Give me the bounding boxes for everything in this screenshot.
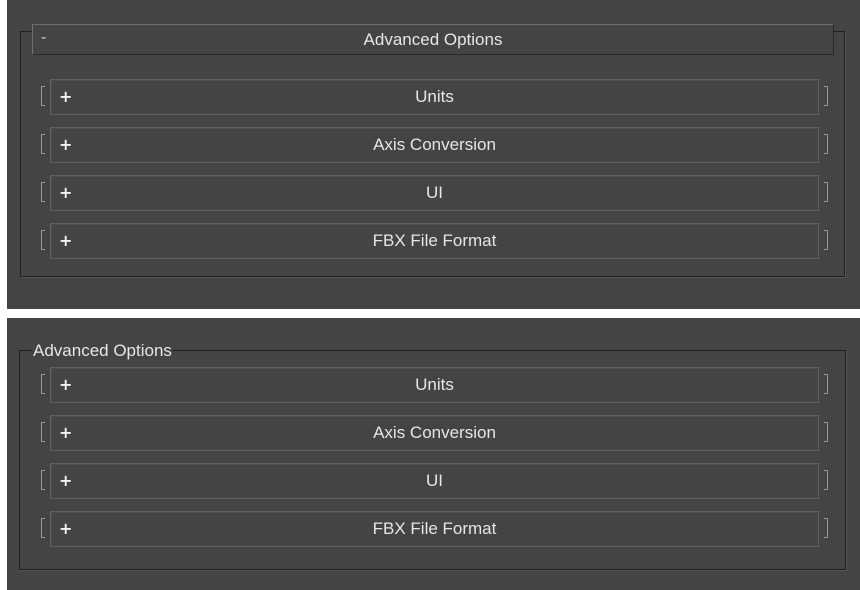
right-bracket-icon [824, 86, 828, 106]
left-bracket-icon [41, 230, 45, 250]
rollout-fbx-file-format: + FBX File Format [41, 511, 828, 547]
right-bracket-icon [824, 134, 828, 154]
advanced-options-rollout-header[interactable]: - Advanced Options [32, 24, 834, 55]
expand-icon[interactable]: + [59, 423, 72, 442]
bottom-options-panel: Advanced Options + Units + Axis Conversi… [7, 318, 860, 590]
axis-conversion-label: Axis Conversion [373, 423, 496, 442]
right-bracket-icon [824, 374, 828, 394]
right-bracket-icon [824, 230, 828, 250]
ui-rollout-button[interactable]: + UI [50, 463, 819, 499]
expand-icon[interactable]: + [59, 183, 72, 202]
right-bracket-icon [824, 422, 828, 442]
ui-rollout-button[interactable]: + UI [50, 175, 819, 211]
axis-conversion-rollout-button[interactable]: + Axis Conversion [50, 415, 819, 451]
expand-icon[interactable]: + [59, 87, 72, 106]
ui-label: UI [426, 183, 443, 202]
units-label: Units [415, 87, 454, 106]
right-bracket-icon [824, 182, 828, 202]
rollout-fbx-file-format: + FBX File Format [41, 223, 828, 259]
top-options-panel: - Advanced Options + Units + Axis Conver… [7, 0, 860, 309]
collapse-icon[interactable]: - [41, 29, 46, 47]
units-rollout-button[interactable]: + Units [50, 367, 819, 403]
units-label: Units [415, 375, 454, 394]
groupbox-title: Advanced Options [32, 341, 173, 361]
right-bracket-icon [824, 518, 828, 538]
expand-icon[interactable]: + [59, 471, 72, 490]
expand-icon[interactable]: + [59, 519, 72, 538]
fbx-file-format-label: FBX File Format [372, 519, 497, 538]
left-bracket-icon [41, 470, 45, 490]
left-bracket-icon [41, 422, 45, 442]
left-bracket-icon [41, 518, 45, 538]
rollout-ui: + UI [41, 175, 828, 211]
left-bracket-icon [41, 134, 45, 154]
left-bracket-icon [41, 86, 45, 106]
ui-label: UI [426, 471, 443, 490]
axis-conversion-label: Axis Conversion [373, 135, 496, 154]
units-rollout-button[interactable]: + Units [50, 79, 819, 115]
advanced-options-title: Advanced Options [363, 29, 503, 49]
left-bracket-icon [41, 182, 45, 202]
rollout-ui: + UI [41, 463, 828, 499]
fbx-file-format-label: FBX File Format [372, 231, 497, 250]
axis-conversion-rollout-button[interactable]: + Axis Conversion [50, 127, 819, 163]
left-bracket-icon [41, 374, 45, 394]
rollout-units: + Units [41, 79, 828, 115]
expand-icon[interactable]: + [59, 375, 72, 394]
rollout-axis-conversion: + Axis Conversion [41, 415, 828, 451]
expand-icon[interactable]: + [59, 135, 72, 154]
expand-icon[interactable]: + [59, 231, 72, 250]
right-bracket-icon [824, 470, 828, 490]
fbx-file-format-rollout-button[interactable]: + FBX File Format [50, 511, 819, 547]
fbx-file-format-rollout-button[interactable]: + FBX File Format [50, 223, 819, 259]
rollout-axis-conversion: + Axis Conversion [41, 127, 828, 163]
rollout-units: + Units [41, 367, 828, 403]
